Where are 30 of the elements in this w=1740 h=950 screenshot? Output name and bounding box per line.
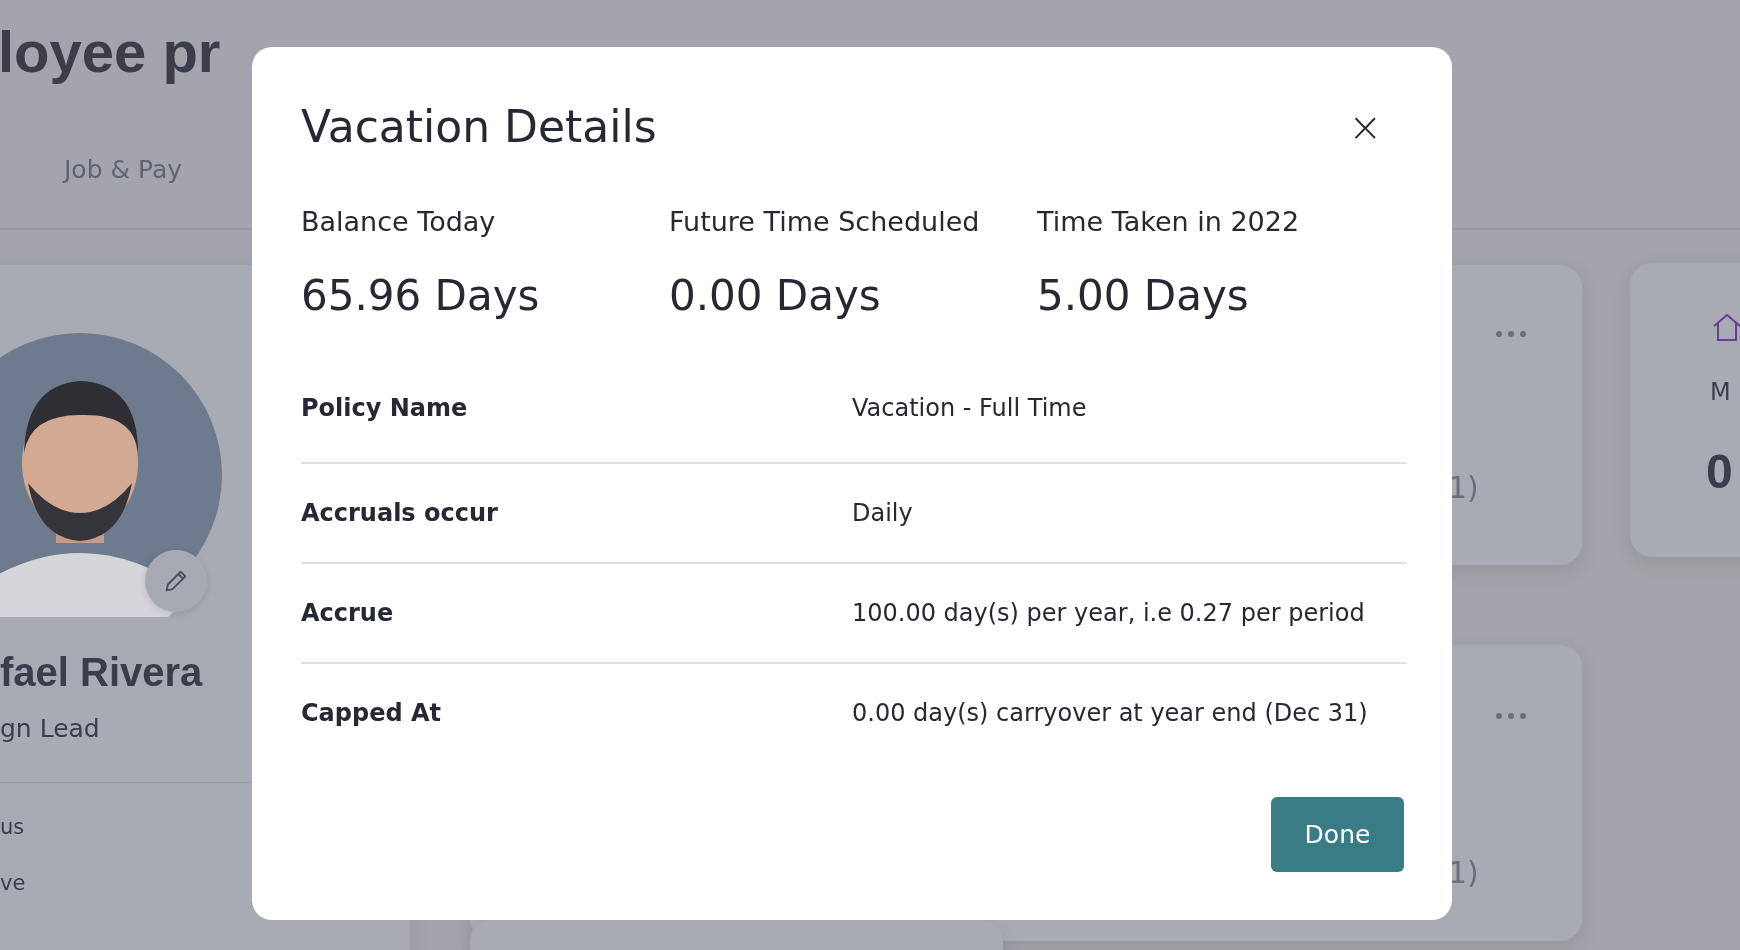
dialog-title: Vacation Details bbox=[301, 101, 657, 152]
employee-role: gn Lead bbox=[0, 714, 100, 743]
house-icon bbox=[1712, 312, 1740, 342]
detail-value: Daily bbox=[852, 499, 914, 527]
card-value: 0 bbox=[1706, 444, 1733, 499]
detail-label: Capped At bbox=[301, 699, 443, 727]
stat-value: 0.00 Days bbox=[669, 271, 882, 320]
stat-label: Time Taken in 2022 bbox=[1037, 206, 1301, 237]
detail-label: Accrue bbox=[301, 599, 395, 627]
stat-value: 5.00 Days bbox=[1037, 271, 1250, 320]
more-icon[interactable] bbox=[1495, 330, 1527, 338]
detail-value: 0.00 day(s) carryover at year end (Dec 31) bbox=[852, 699, 1369, 727]
field-label: us bbox=[0, 815, 25, 839]
card-text: 1) bbox=[1448, 855, 1479, 890]
stat-label: Future Time Scheduled bbox=[669, 206, 981, 237]
detail-label: Accruals occur bbox=[301, 499, 499, 527]
detail-value: 100.00 day(s) per year, i.e 0.27 per period bbox=[852, 599, 1366, 627]
detail-label: Policy Name bbox=[301, 394, 469, 422]
stat-value: 65.96 Days bbox=[301, 271, 541, 320]
tab[interactable]: Job & Pay bbox=[64, 155, 182, 184]
field-label: ve bbox=[0, 871, 26, 895]
card-text: 1) bbox=[1448, 470, 1479, 505]
more-icon[interactable] bbox=[1495, 712, 1527, 720]
stat-label: Balance Today bbox=[301, 206, 497, 237]
card-label: M bbox=[1710, 378, 1731, 406]
detail-value: Vacation - Full Time bbox=[852, 394, 1088, 422]
page-title: loyee pr bbox=[0, 18, 221, 85]
done-button[interactable]: Done bbox=[1271, 797, 1404, 872]
employee-name: fael Rivera bbox=[0, 650, 203, 695]
close-button[interactable]: × bbox=[1342, 104, 1388, 149]
